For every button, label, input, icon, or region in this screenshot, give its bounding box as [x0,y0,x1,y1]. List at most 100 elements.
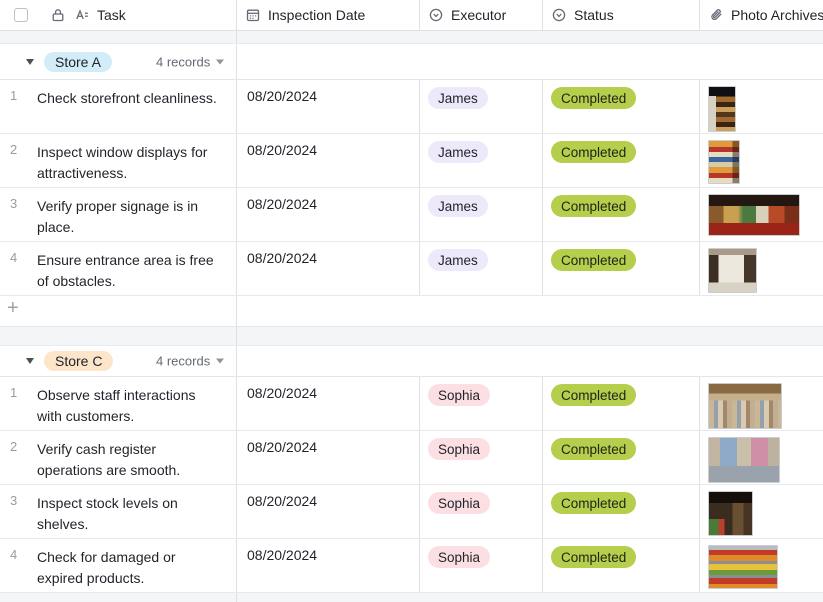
task-text: Inspect stock levels on shelves. [37,495,178,532]
photo-thumbnail[interactable] [708,248,757,293]
group-name-pill: Store A [44,51,112,72]
chevron-down-icon [216,59,225,64]
table-row: 1 Check storefront cleanliness. 08/20/20… [0,80,823,134]
task-cell[interactable]: 2 Inspect window displays for attractive… [0,134,237,187]
photo-thumbnail[interactable] [708,383,782,429]
task-cell[interactable]: 1 Check storefront cleanliness. [0,80,237,133]
executor-cell[interactable]: James [420,80,543,133]
date-cell[interactable]: 08/20/2024 [237,80,420,133]
status-cell[interactable]: Completed [543,539,700,592]
table-row: 4 Ensure entrance area is free of obstac… [0,242,823,296]
executor-cell[interactable]: Sophia [420,431,543,484]
date-cell[interactable]: 08/20/2024 [237,242,420,295]
task-cell[interactable]: 3 Inspect stock levels on shelves. [0,485,237,538]
column-header-executor[interactable]: Executor [420,0,543,30]
date-cell[interactable]: 08/20/2024 [237,485,420,538]
date-cell[interactable]: 08/20/2024 [237,188,420,241]
executor-cell[interactable]: James [420,188,543,241]
date-cell[interactable]: 08/20/2024 [237,134,420,187]
select-all-checkbox[interactable] [14,8,28,22]
collapse-group-icon[interactable] [26,58,34,65]
row-number: 2 [10,142,18,157]
status-cell[interactable]: Completed [543,188,700,241]
lock-icon [50,7,66,23]
status-cell[interactable]: Completed [543,242,700,295]
status-cell[interactable]: Completed [543,485,700,538]
photo-thumbnail[interactable] [708,437,780,483]
row-number: 1 [10,385,18,400]
executor-cell[interactable]: Sophia [420,377,543,430]
executor-pill: James [428,141,488,163]
column-header-status[interactable]: Status [543,0,700,30]
date-value: 08/20/2024 [247,385,318,401]
column-divider [236,593,237,602]
executor-cell[interactable]: Sophia [420,539,543,592]
task-text: Check for damaged or expired products. [37,549,176,586]
row-number: 2 [10,439,18,454]
photo-thumbnail[interactable] [708,194,800,236]
photo-thumbnail[interactable] [708,140,740,184]
photo-cell[interactable] [700,188,823,241]
column-header-inspection-date[interactable]: Inspection Date [237,0,420,30]
photo-cell[interactable] [700,134,823,187]
task-cell[interactable]: 4 Check for damaged or expired products. [0,539,237,592]
row-number: 4 [10,547,18,562]
executor-cell[interactable]: James [420,242,543,295]
plus-icon[interactable]: + [7,297,19,320]
executor-pill: James [428,249,488,271]
paperclip-icon [708,7,724,23]
text-field-icon [74,7,90,23]
status-badge: Completed [551,384,637,406]
table-row: 4 Check for damaged or expired products.… [0,539,823,593]
date-value: 08/20/2024 [247,250,318,266]
group-name-pill: Store C [44,351,114,371]
calendar-icon [245,7,261,23]
status-badge: Completed [551,141,637,163]
row-number: 3 [10,493,18,508]
date-value: 08/20/2024 [247,142,318,158]
table-row: 3 Verify proper signage is in place. 08/… [0,188,823,242]
column-divider [236,44,237,79]
task-text: Inspect window displays for attractivene… [37,144,208,181]
collapse-group-icon[interactable] [26,358,34,364]
executor-cell[interactable]: James [420,134,543,187]
date-cell[interactable]: 08/20/2024 [237,377,420,430]
status-cell[interactable]: Completed [543,134,700,187]
status-badge: Completed [551,249,637,271]
executor-cell[interactable]: Sophia [420,485,543,538]
column-header-task[interactable]: Task [0,0,237,30]
task-cell[interactable]: 1 Observe staff interactions with custom… [0,377,237,430]
task-cell[interactable]: 3 Verify proper signage is in place. [0,188,237,241]
add-record-row[interactable]: + [0,296,823,327]
photo-thumbnail[interactable] [708,86,736,132]
task-cell[interactable]: 4 Ensure entrance area is free of obstac… [0,242,237,295]
task-cell[interactable]: 2 Verify cash register operations are sm… [0,431,237,484]
date-cell[interactable]: 08/20/2024 [237,431,420,484]
row-number: 1 [10,88,18,103]
column-label-executor: Executor [451,7,507,23]
photo-cell[interactable] [700,431,823,484]
group-header-store-a: Store A 4 records [0,44,823,80]
photo-cell[interactable] [700,80,823,133]
photo-thumbnail[interactable] [708,491,753,536]
status-cell[interactable]: Completed [543,431,700,484]
photo-cell[interactable] [700,485,823,538]
executor-pill: Sophia [428,546,491,568]
executor-pill: James [428,87,488,109]
records-count-dropdown[interactable]: 4 records [156,354,225,369]
task-text: Verify cash register operations are smoo… [37,441,181,478]
records-count-dropdown[interactable]: 4 records [156,54,225,69]
status-cell[interactable]: Completed [543,80,700,133]
photo-thumbnail[interactable] [708,545,778,589]
photo-cell[interactable] [700,539,823,592]
photo-cell[interactable] [700,242,823,295]
status-badge: Completed [551,492,637,514]
column-header-photo-archives[interactable]: Photo Archives [700,0,823,30]
status-cell[interactable]: Completed [543,377,700,430]
column-divider [236,327,237,345]
photo-cell[interactable] [700,377,823,430]
status-badge: Completed [551,438,637,460]
executor-pill: Sophia [428,492,491,514]
date-value: 08/20/2024 [247,439,318,455]
date-cell[interactable]: 08/20/2024 [237,539,420,592]
